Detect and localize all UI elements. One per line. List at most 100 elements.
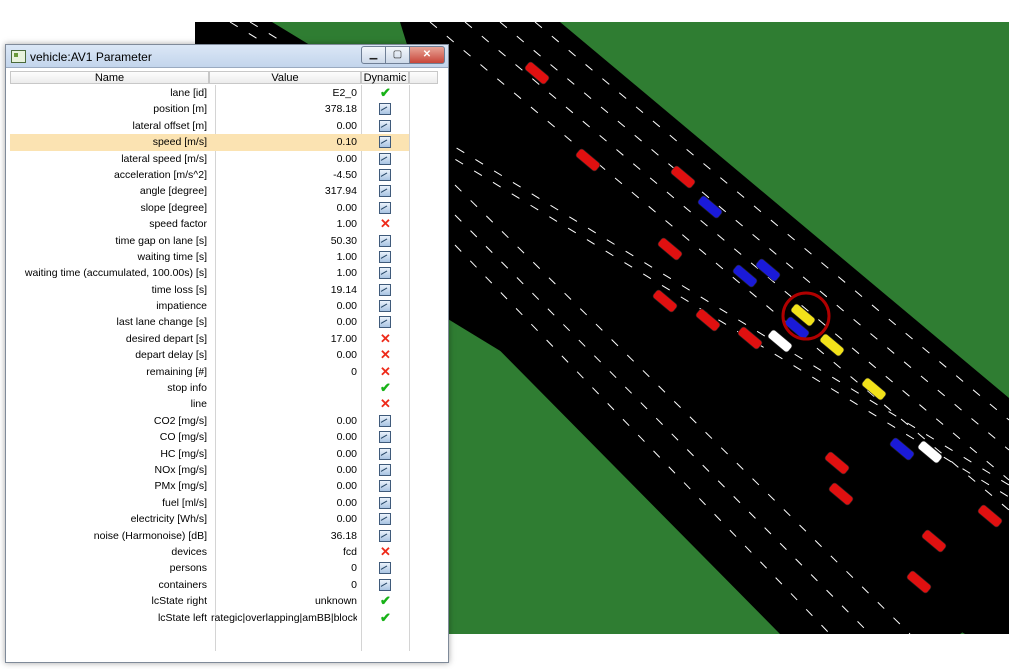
param-value: 0 [351, 578, 357, 591]
param-name: NOx [mg/s] [154, 463, 207, 476]
param-value: 0.00 [336, 119, 357, 132]
plot-icon[interactable] [379, 267, 391, 280]
param-value: 1.00 [336, 218, 357, 231]
table-row[interactable]: depart delay [s] 0.00 ✕ [10, 347, 409, 363]
plot-icon[interactable] [379, 152, 391, 165]
plot-icon[interactable] [379, 463, 391, 476]
param-value [211, 396, 357, 412]
param-name: time gap on lane [s] [115, 234, 207, 247]
param-value: 50.30 [330, 234, 357, 247]
dynamic-cell [361, 560, 409, 576]
table-row[interactable]: speed [m/s] 0.10 [10, 134, 409, 151]
plot-icon[interactable] [379, 201, 391, 214]
dynamic-cell [361, 462, 409, 478]
dynamic-cell: ✔ [361, 380, 409, 396]
checkmark-icon: ✔ [380, 593, 391, 609]
column-header-dynamic[interactable]: Dynamic [361, 71, 409, 84]
param-value: 0.10 [336, 136, 357, 149]
param-name: electricity [Wh/s] [130, 513, 207, 526]
param-value: 0.00 [336, 513, 357, 526]
dynamic-cell [361, 429, 409, 445]
minimize-button[interactable]: ▁ [361, 46, 386, 64]
parameter-window[interactable]: vehicle:AV1 Parameter ▁ ▢ ✕ Name Value D… [5, 44, 449, 663]
param-value: unknown [314, 595, 357, 608]
plot-icon[interactable] [379, 300, 391, 313]
plot-icon[interactable] [379, 578, 391, 591]
param-name: angle [degree] [139, 185, 207, 198]
plot-icon[interactable] [379, 496, 391, 509]
table-row[interactable]: time loss [s] 19.14 [10, 282, 409, 298]
plot-icon[interactable] [379, 562, 391, 575]
dynamic-cell [361, 118, 409, 134]
table-row[interactable]: lcState left rategic|overlapping|amBB|blo… [10, 610, 409, 626]
checkmark-icon: ✔ [380, 85, 391, 100]
param-value: 0.00 [336, 349, 357, 362]
dynamic-cell [361, 282, 409, 298]
plot-icon[interactable] [379, 168, 391, 181]
table-row[interactable]: speed factor 1.00 ✕ [10, 216, 409, 232]
table-row[interactable]: PMx [mg/s] 0.00 [10, 478, 409, 494]
table-row[interactable]: CO2 [mg/s] 0.00 [10, 413, 409, 429]
table-row[interactable] [10, 626, 409, 642]
table-row[interactable]: devices fcd ✕ [10, 544, 409, 560]
plot-icon[interactable] [379, 513, 391, 526]
plot-icon[interactable] [379, 414, 391, 427]
param-value: 0.00 [336, 496, 357, 509]
table-row[interactable]: desired depart [s] 17.00 ✕ [10, 331, 409, 347]
window-titlebar[interactable]: vehicle:AV1 Parameter ▁ ▢ ✕ [6, 45, 448, 68]
table-row[interactable]: slope [degree] 0.00 [10, 200, 409, 216]
maximize-button[interactable]: ▢ [385, 46, 410, 64]
table-row[interactable]: lateral offset [m] 0.00 [10, 118, 409, 134]
param-name: lane [id] [170, 87, 207, 99]
plot-icon[interactable] [379, 103, 391, 116]
param-name: desired depart [s] [125, 332, 207, 345]
table-row[interactable]: line ✕ [10, 396, 409, 412]
table-row[interactable]: last lane change [s] 0.00 [10, 314, 409, 330]
table-row[interactable]: position [m] 378.18 [10, 101, 409, 117]
plot-icon[interactable] [379, 316, 391, 329]
table-row[interactable]: CO [mg/s] 0.00 [10, 429, 409, 445]
plot-icon[interactable] [379, 234, 391, 247]
param-name: acceleration [m/s^2] [113, 168, 207, 181]
table-row[interactable]: electricity [Wh/s] 0.00 [10, 511, 409, 527]
param-value: 0.00 [336, 201, 357, 214]
table-row[interactable]: angle [degree] 317.94 [10, 183, 409, 199]
table-row[interactable]: persons 0 [10, 560, 409, 576]
table-row[interactable]: remaining [#] 0 ✕ [10, 364, 409, 380]
table-row[interactable]: stop info ✔ [10, 380, 409, 396]
dynamic-cell [361, 413, 409, 429]
plot-icon[interactable] [379, 136, 391, 149]
column-header-name[interactable]: Name [10, 71, 209, 84]
plot-icon[interactable] [379, 250, 391, 263]
table-row[interactable]: NOx [mg/s] 0.00 [10, 462, 409, 478]
plot-icon[interactable] [379, 480, 391, 493]
param-value: -4.50 [333, 168, 357, 181]
plot-icon[interactable] [379, 447, 391, 460]
table-row[interactable]: lcState right unknown ✔ [10, 593, 409, 609]
table-row[interactable]: waiting time (accumulated, 100.00s) [s] 1… [10, 265, 409, 281]
column-header-value[interactable]: Value [209, 71, 361, 84]
table-row[interactable]: impatience 0.00 [10, 298, 409, 314]
table-row[interactable]: noise (Harmonoise) [dB] 36.18 [10, 528, 409, 544]
dynamic-cell [361, 134, 409, 150]
param-value: 19.14 [330, 283, 357, 296]
table-row[interactable]: lateral speed [m/s] 0.00 [10, 151, 409, 167]
table-row[interactable]: lane [id] E2_0 ✔ [10, 85, 409, 101]
plot-icon[interactable] [379, 431, 391, 444]
table-row[interactable]: fuel [ml/s] 0.00 [10, 495, 409, 511]
table-row[interactable]: containers 0 [10, 577, 409, 593]
table-row[interactable]: time gap on lane [s] 50.30 [10, 233, 409, 249]
param-name: line [190, 398, 207, 411]
table-row[interactable]: waiting time [s] 1.00 [10, 249, 409, 265]
param-name: stop info [167, 382, 207, 395]
close-button[interactable]: ✕ [409, 46, 445, 64]
param-name: slope [degree] [140, 201, 207, 214]
table-row[interactable]: acceleration [m/s^2] -4.50 [10, 167, 409, 183]
plot-icon[interactable] [379, 119, 391, 132]
plot-icon[interactable] [379, 283, 391, 296]
table-row[interactable]: HC [mg/s] 0.00 [10, 446, 409, 462]
plot-icon[interactable] [379, 529, 391, 542]
param-name: CO [mg/s] [159, 431, 207, 444]
dynamic-cell [361, 626, 409, 642]
plot-icon[interactable] [379, 185, 391, 198]
